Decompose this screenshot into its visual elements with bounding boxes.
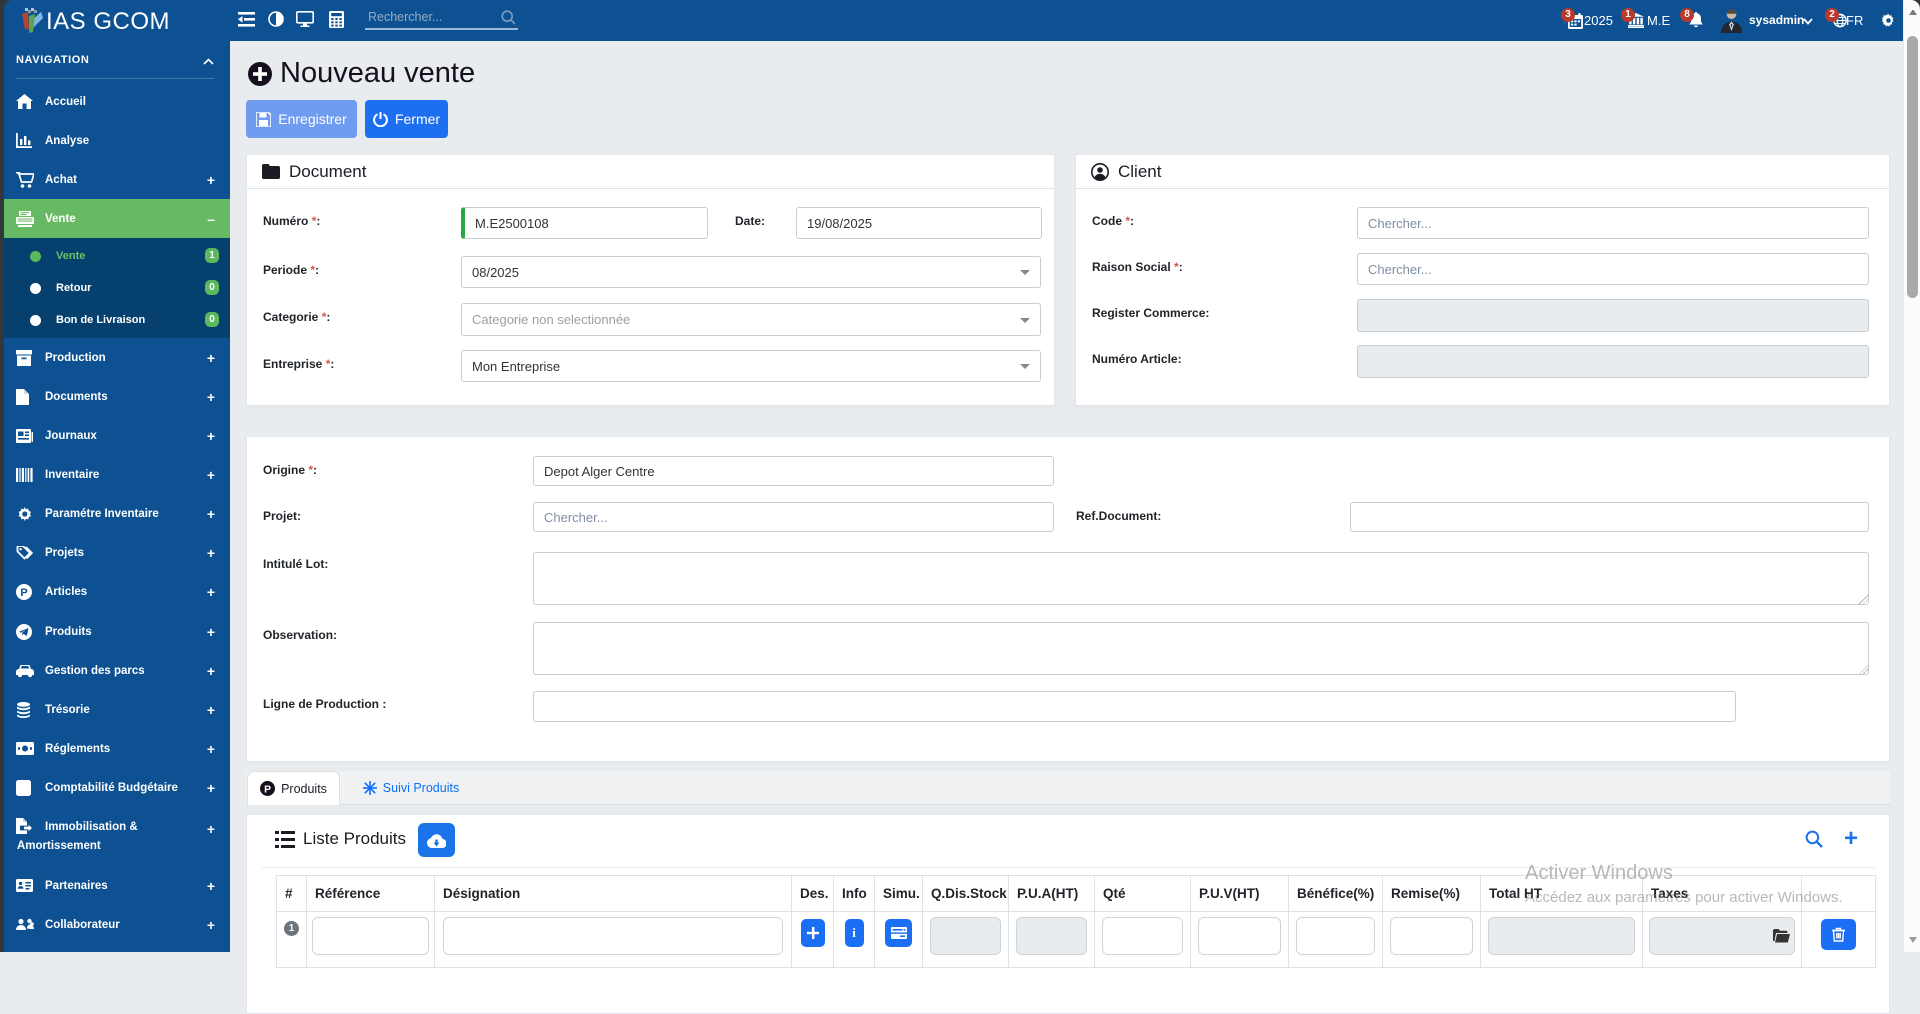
svg-text:P: P (20, 587, 27, 599)
svg-text:P: P (264, 784, 271, 795)
